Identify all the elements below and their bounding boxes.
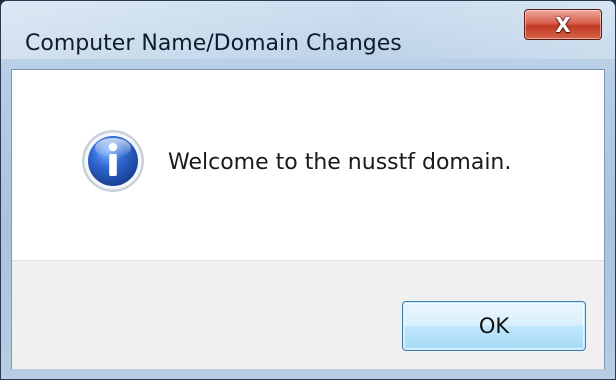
message-text: Welcome to the nusstf domain. <box>168 150 512 175</box>
close-button[interactable]: X <box>524 9 602 40</box>
dialog-body: Welcome to the nusstf domain. OK <box>11 69 605 369</box>
window-title: Computer Name/Domain Changes <box>25 31 402 56</box>
dialog-window: Computer Name/Domain Changes X Welcome t… <box>0 0 616 380</box>
close-icon: X <box>555 12 571 37</box>
information-icon <box>82 130 144 192</box>
title-bar[interactable]: Computer Name/Domain Changes X <box>1 1 615 59</box>
message-area: Welcome to the nusstf domain. <box>12 70 604 260</box>
ok-button[interactable]: OK <box>402 301 586 351</box>
button-bar: OK <box>12 260 604 369</box>
